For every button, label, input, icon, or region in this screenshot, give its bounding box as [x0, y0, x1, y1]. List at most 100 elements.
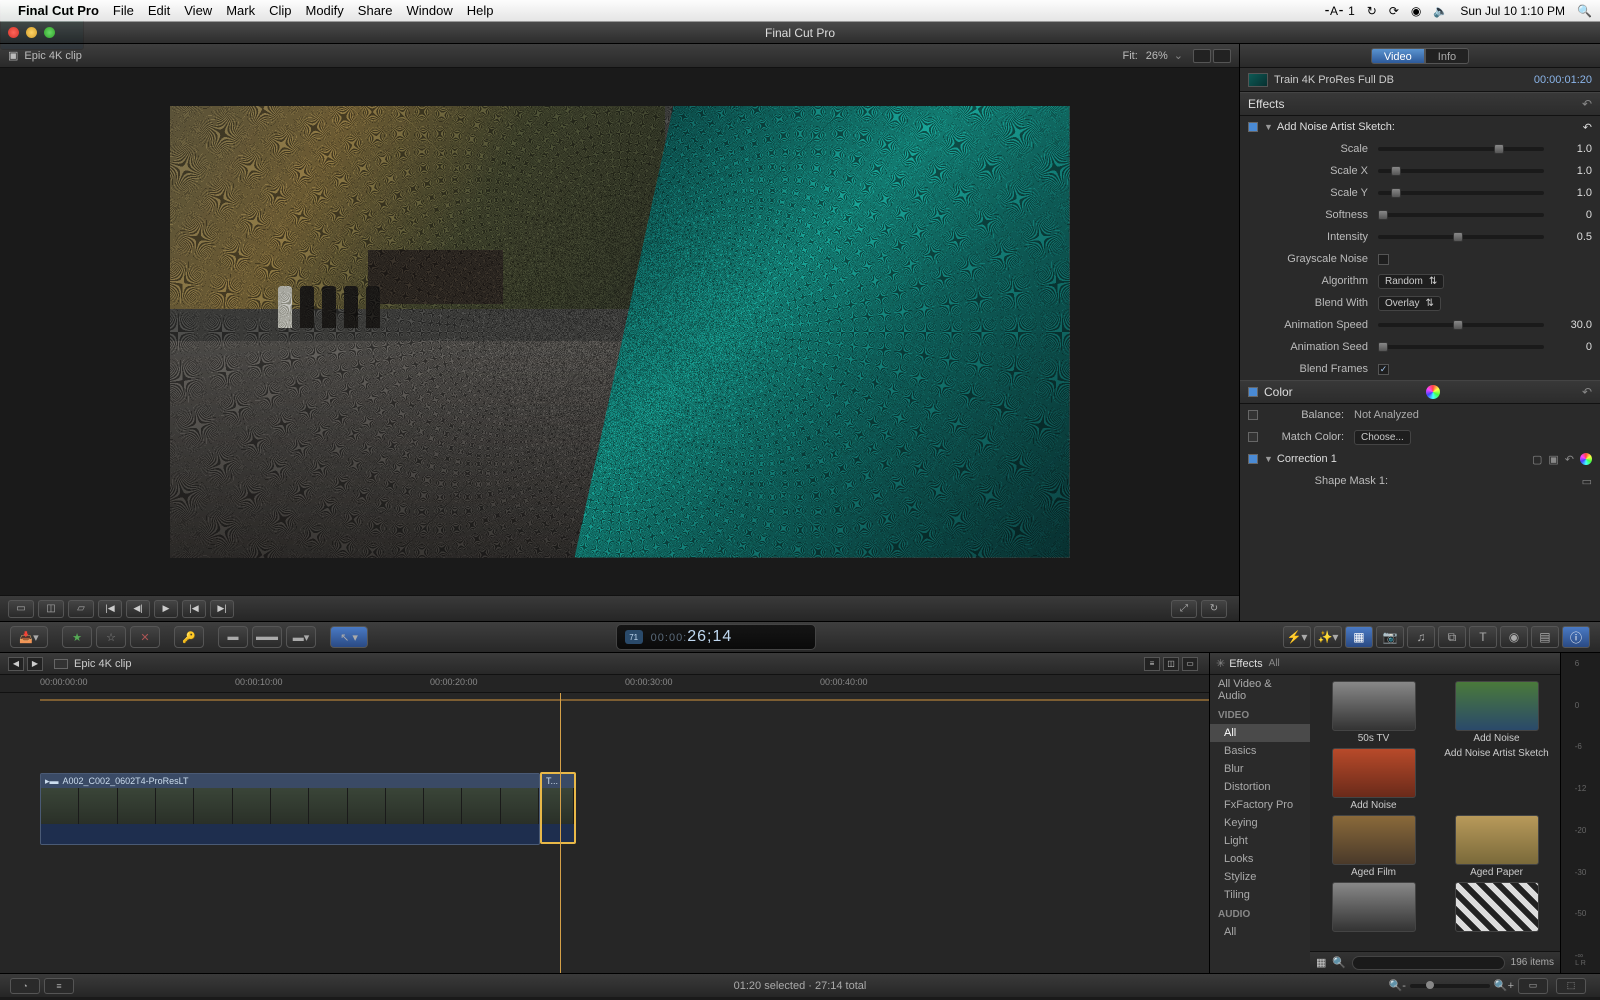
correction-colorboard-icon[interactable] [1580, 453, 1592, 465]
effects-cat-fxfactory[interactable]: FxFactory Pro [1210, 796, 1310, 814]
effects-reset-icon[interactable]: ↶ [1582, 97, 1592, 111]
connect-clip-button[interactable]: ▬ [218, 626, 248, 648]
correction-header[interactable]: ▼ Correction 1 ▢ ▣ ↶ [1240, 448, 1600, 470]
effects-search-input[interactable] [1352, 956, 1505, 970]
menubar-spotlight-icon[interactable]: 🔍 [1577, 4, 1592, 18]
effects-thumb-size-icon[interactable]: ▦ [1316, 956, 1326, 969]
param-softness-value[interactable]: 0 [1552, 209, 1592, 221]
menu-clip[interactable]: Clip [269, 3, 291, 18]
menubar-timemachine-icon[interactable]: ↻ [1367, 4, 1377, 18]
timeline-index-toggle[interactable]: ≡ [44, 978, 74, 994]
effects-cat-audio-all[interactable]: All [1210, 923, 1310, 941]
inspector-tab-video[interactable]: Video [1371, 48, 1425, 64]
effect-item-aged-film[interactable]: Aged Film [1316, 815, 1431, 878]
effects-cat-all[interactable]: All [1210, 724, 1310, 742]
match-checkbox[interactable] [1248, 432, 1258, 442]
project-library-icon[interactable]: ▣ [8, 49, 18, 62]
param-intensity-value[interactable]: 0.5 [1552, 231, 1592, 243]
color-enable-checkbox[interactable] [1248, 387, 1258, 397]
fullscreen-button[interactable]: ⤢ [1171, 600, 1197, 618]
themes-browser-button[interactable]: ▤ [1531, 626, 1559, 648]
correction-inside-icon[interactable]: ▣ [1548, 453, 1558, 466]
shape-mask-view-icon[interactable]: ▭ [1582, 475, 1592, 488]
titles-browser-button[interactable]: T [1469, 626, 1497, 648]
effects-filter-label[interactable]: All [1269, 658, 1280, 669]
transitions-browser-button[interactable]: ⧉ [1438, 626, 1466, 648]
snapping-button[interactable]: ⬚ [1556, 978, 1586, 994]
step-forward-button[interactable]: |◀ [182, 600, 206, 618]
retiming-button[interactable]: ⚡▾ [1283, 626, 1311, 648]
correction-mask-icon[interactable]: ▢ [1532, 453, 1542, 466]
param-scalex-slider[interactable] [1378, 169, 1544, 173]
inspector-tab-info[interactable]: Info [1425, 48, 1469, 64]
viewer-display-button[interactable] [1213, 49, 1231, 63]
effects-cat-basics[interactable]: Basics [1210, 742, 1310, 760]
menu-view[interactable]: View [184, 3, 212, 18]
param-blendframes-checkbox[interactable]: ✓ [1378, 364, 1389, 375]
background-tasks-button[interactable]: ◔ [10, 978, 40, 994]
viewer-settings-button[interactable] [1193, 49, 1211, 63]
menu-share[interactable]: Share [358, 3, 393, 18]
keyword-editor-button[interactable]: 🔑 [174, 626, 204, 648]
effects-cat-tiling[interactable]: Tiling [1210, 886, 1310, 904]
effects-cat-looks[interactable]: Looks [1210, 850, 1310, 868]
menu-mark[interactable]: Mark [226, 3, 255, 18]
param-scalex-value[interactable]: 1.0 [1552, 165, 1592, 177]
param-grayscale-checkbox[interactable] [1378, 254, 1389, 265]
param-scaley-value[interactable]: 1.0 [1552, 187, 1592, 199]
menubar-clock[interactable]: Sun Jul 10 1:10 PM [1460, 4, 1565, 18]
timeline-clip-selected[interactable]: T... [540, 772, 576, 844]
effects-settings-icon[interactable]: ✳ [1216, 657, 1225, 670]
param-scale-slider[interactable] [1378, 147, 1544, 151]
import-media-button[interactable]: 📥▾ [10, 626, 48, 648]
loop-button[interactable]: ↻ [1201, 600, 1227, 618]
enhance-button[interactable]: ✨▾ [1314, 626, 1342, 648]
timeline-index-button[interactable]: ≡ [1144, 657, 1160, 671]
param-match-button[interactable]: Choose... [1354, 430, 1411, 445]
menu-modify[interactable]: Modify [306, 3, 344, 18]
photos-browser-button[interactable]: 📷 [1376, 626, 1404, 648]
effects-cat-all-video-audio[interactable]: All Video & Audio [1210, 675, 1310, 705]
effect-item-add-noise-2[interactable]: Add Noise [1316, 748, 1431, 811]
keyword-red-button[interactable]: ✕ [130, 626, 160, 648]
effect-item-aged-paper[interactable]: Aged Paper [1439, 815, 1554, 878]
effect-reset-icon[interactable]: ↶ [1583, 121, 1592, 134]
param-animspeed-value[interactable]: 30.0 [1552, 319, 1592, 331]
go-to-end-button[interactable]: ▶| [210, 600, 234, 618]
color-wheel-icon[interactable] [1426, 385, 1440, 399]
play-button[interactable]: ▶ [154, 600, 178, 618]
music-browser-button[interactable]: ♫ [1407, 626, 1435, 648]
param-algorithm-dropdown[interactable]: Random⇅ [1378, 274, 1444, 289]
menubar-wifi-icon[interactable]: ◉ [1411, 4, 1421, 18]
crop-tool-button[interactable]: ◫ [38, 600, 64, 618]
menubar-sync-icon[interactable]: ⟳ [1389, 4, 1399, 18]
viewer-zoom-value[interactable]: 26% [1146, 50, 1168, 62]
inspector-toggle-button[interactable]: ⓘ [1562, 626, 1590, 648]
keyword-green-button[interactable]: ★ [62, 626, 92, 648]
zoom-in-icon[interactable]: 🔍+ [1494, 979, 1514, 992]
effect-item-more[interactable] [1316, 882, 1431, 934]
viewer-canvas[interactable] [0, 68, 1239, 595]
zoom-out-icon[interactable]: 🔍- [1389, 979, 1406, 992]
timeline-history-fwd-button[interactable]: ▶ [27, 657, 43, 671]
param-softness-slider[interactable] [1378, 213, 1544, 217]
viewer-zoom-dropdown-icon[interactable]: ⌄ [1174, 49, 1183, 62]
menu-file[interactable]: File [113, 3, 134, 18]
effect-disclosure-icon[interactable]: ▼ [1264, 122, 1273, 132]
append-clip-button[interactable]: ▬▾ [286, 626, 316, 648]
effect-enable-checkbox[interactable] [1248, 122, 1258, 132]
timeline-tracks[interactable]: ▸▬A002_C002_0602T4-ProResLT T... [0, 693, 1209, 973]
effects-cat-light[interactable]: Light [1210, 832, 1310, 850]
menu-edit[interactable]: Edit [148, 3, 170, 18]
param-scaley-slider[interactable] [1378, 191, 1544, 195]
arrow-tool-button[interactable]: ↖ ▾ [330, 626, 368, 648]
param-scale-value[interactable]: 1.0 [1552, 143, 1592, 155]
param-animseed-slider[interactable] [1378, 345, 1544, 349]
param-blendwith-dropdown[interactable]: Overlay⇅ [1378, 296, 1441, 311]
clip-appearance-button[interactable]: ▭ [1518, 978, 1548, 994]
effect-item-50s-tv[interactable]: 50s TV [1316, 681, 1431, 744]
step-back-button[interactable]: ◀| [126, 600, 150, 618]
timeline-clip-appearance-button[interactable]: ▭ [1182, 657, 1198, 671]
keyword-yellow-button[interactable]: ☆ [96, 626, 126, 648]
menu-help[interactable]: Help [467, 3, 494, 18]
